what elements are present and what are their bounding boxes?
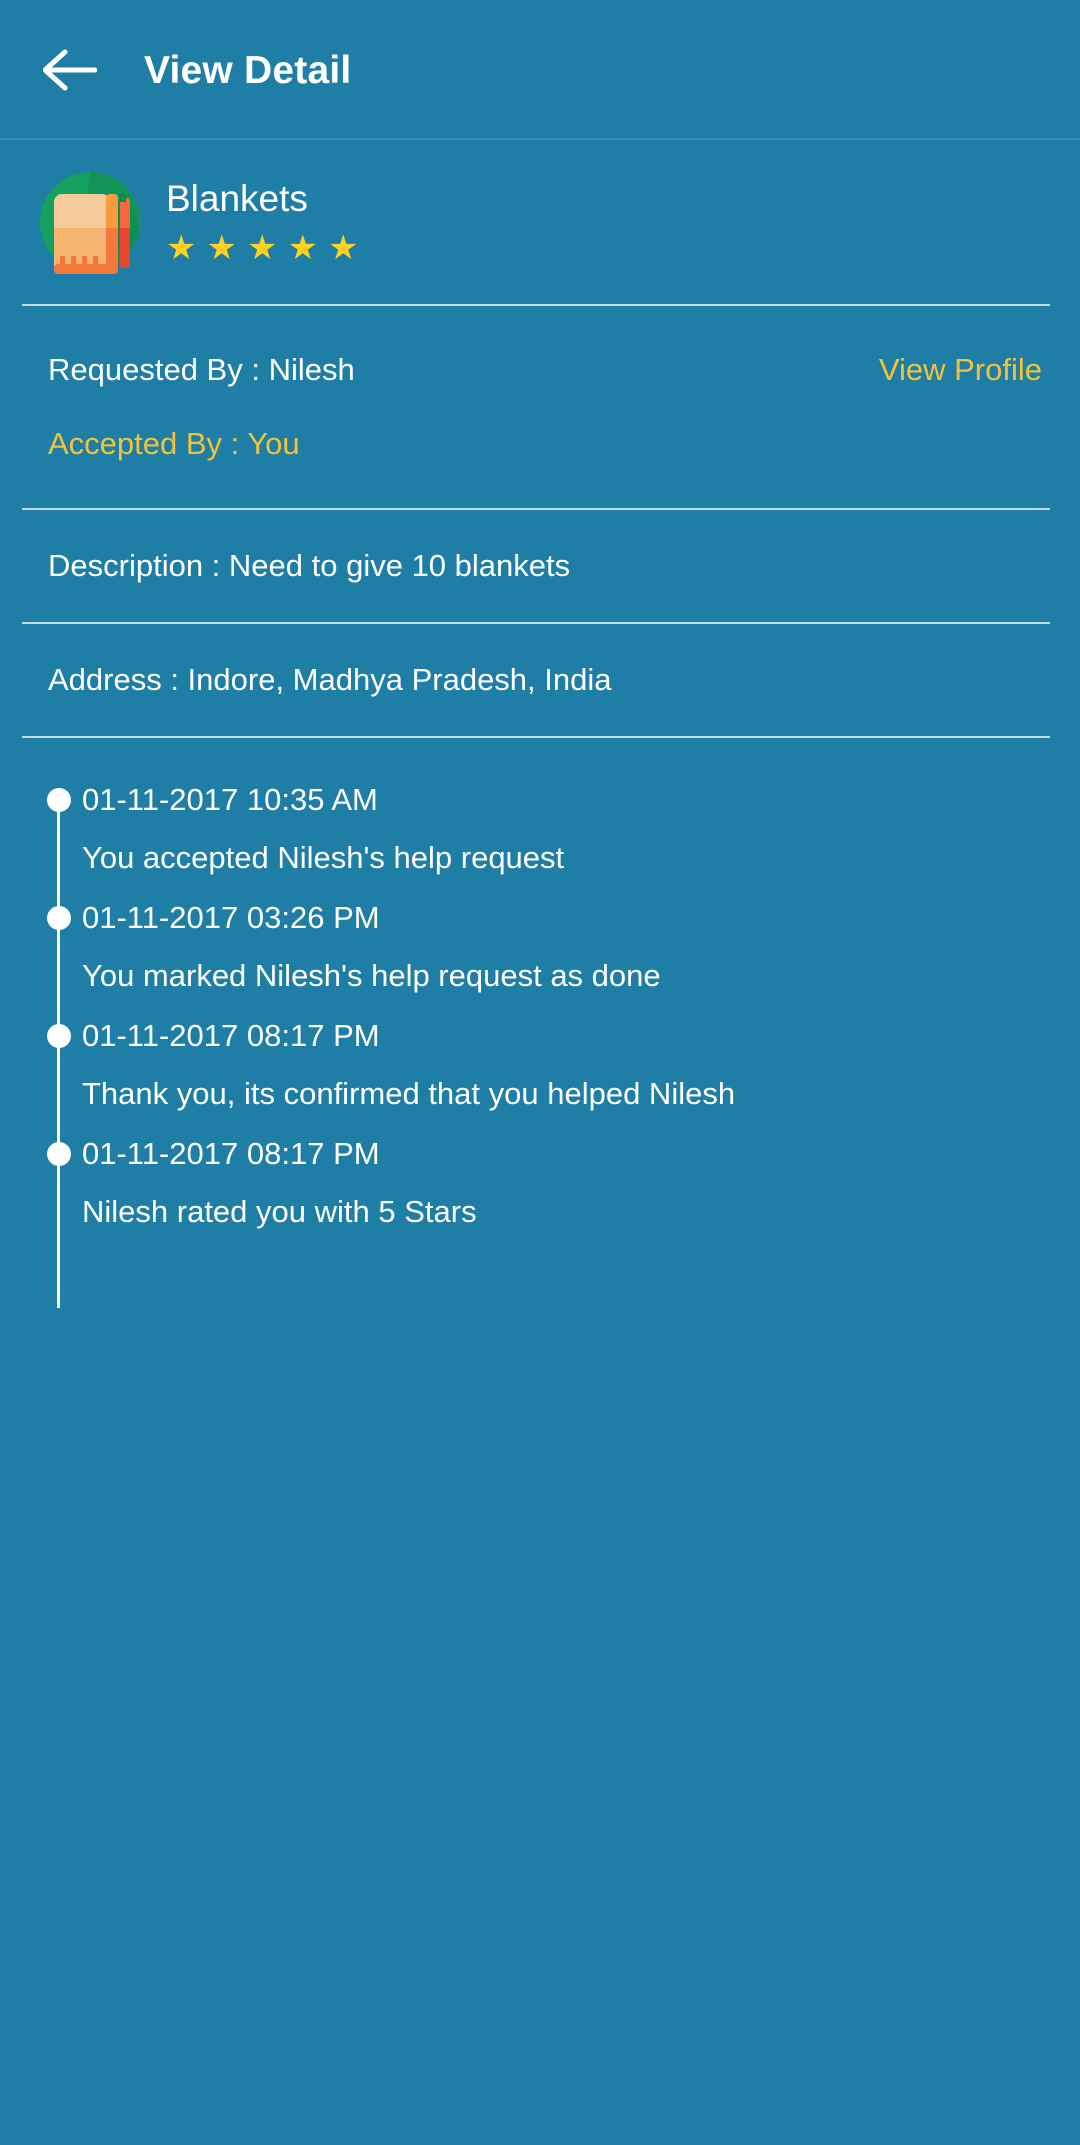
timeline-connector	[57, 918, 60, 1026]
timeline-timestamp: 01-11-2017 08:17 PM	[82, 1018, 380, 1053]
timeline-timestamp: 01-11-2017 10:35 AM	[82, 782, 378, 817]
row-spacer	[48, 396, 1050, 418]
timeline-connector	[57, 1154, 60, 1308]
timeline-connector	[57, 1036, 60, 1144]
requested-by-label: Requested By : Nilesh	[48, 351, 355, 387]
timeline-description: Nilesh rated you with 5 Stars	[82, 1193, 477, 1229]
toolbar: View Detail	[0, 0, 1080, 140]
address-label: Address : Indore, Madhya Pradesh, India	[48, 661, 612, 697]
item-title: Blankets	[166, 177, 308, 219]
back-arrow-icon	[43, 49, 97, 91]
activity-timeline: 01-11-2017 10:35 AM You accepted Nilesh'…	[0, 738, 1080, 1308]
star-icon-2: ★	[206, 229, 237, 268]
timeline-item: 01-11-2017 08:17 PM Thank you, its confi…	[38, 1018, 1050, 1144]
timeline-dot-icon	[47, 1024, 71, 1048]
requested-by-row: Requested By : Nilesh View Profile	[48, 344, 1050, 396]
timeline-dot-icon	[47, 788, 71, 812]
timeline-timestamp: 01-11-2017 03:26 PM	[82, 900, 380, 935]
rating-stars: ★ ★ ★ ★ ★	[166, 231, 358, 265]
timeline-dot-icon	[47, 906, 71, 930]
timeline-description: You marked Nilesh's help request as done	[82, 957, 661, 993]
accepted-by-row: Accepted By : You	[48, 418, 1050, 470]
star-icon-1: ★	[166, 229, 197, 268]
view-profile-link[interactable]: View Profile	[879, 351, 1050, 390]
star-icon-3: ★	[246, 229, 278, 268]
address-row: Address : Indore, Madhya Pradesh, India	[48, 654, 1050, 706]
timeline-description: Thank you, its confirmed that you helped…	[82, 1075, 736, 1111]
timeline-item: 01-11-2017 03:26 PM You marked Nilesh's …	[38, 900, 1050, 1026]
blanket-icon	[36, 168, 144, 276]
timeline-item: 01-11-2017 08:17 PM Nilesh rated you wit…	[38, 1136, 1050, 1308]
page-title: View Detail	[144, 48, 352, 92]
item-meta: Blankets ★ ★ ★ ★ ★	[166, 177, 358, 265]
description-row: Description : Need to give 10 blankets	[48, 540, 1050, 592]
item-header: Blankets ★ ★ ★ ★ ★	[0, 140, 1080, 304]
description-label: Description : Need to give 10 blankets	[48, 547, 571, 583]
timeline-dot-icon	[47, 1142, 71, 1166]
accepted-by-label: Accepted By : You	[48, 425, 300, 461]
description-section: Description : Need to give 10 blankets	[0, 510, 1080, 622]
back-button[interactable]	[38, 38, 102, 102]
star-icon-4: ★	[287, 229, 318, 268]
address-section: Address : Indore, Madhya Pradesh, India	[0, 624, 1080, 736]
star-icon-5: ★	[327, 229, 359, 268]
requester-section: Requested By : Nilesh View Profile Accep…	[0, 306, 1080, 508]
timeline-item: 01-11-2017 10:35 AM You accepted Nilesh'…	[38, 782, 1050, 908]
timeline-description: You accepted Nilesh's help request	[82, 839, 565, 875]
timeline-connector	[57, 800, 60, 908]
timeline-timestamp: 01-11-2017 08:17 PM	[82, 1136, 380, 1171]
